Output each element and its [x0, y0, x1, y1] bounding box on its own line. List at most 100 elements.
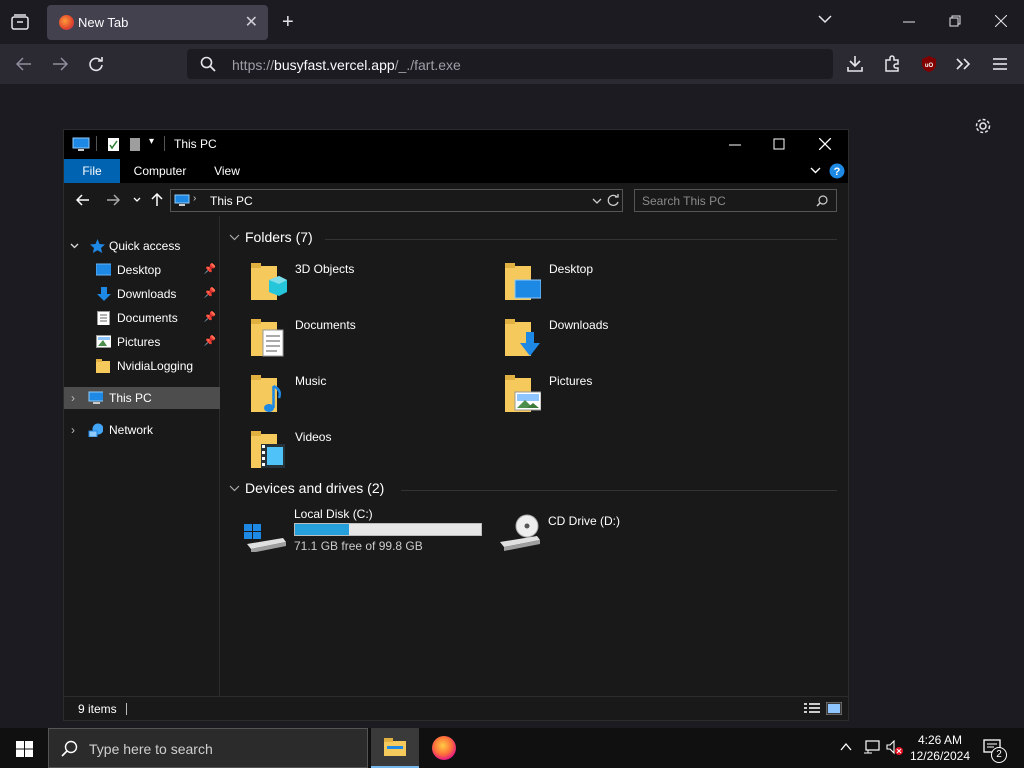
- taskbar-search-placeholder: Type here to search: [89, 741, 213, 757]
- expand-chevron-down-icon[interactable]: [70, 243, 79, 249]
- tab-overview-icon[interactable]: [11, 14, 29, 30]
- ublock-origin-icon[interactable]: uO: [920, 55, 938, 73]
- title-separator: [96, 136, 97, 151]
- nav-label: NvidiaLogging: [117, 359, 194, 373]
- folder-music[interactable]: Music: [249, 372, 489, 424]
- browser-tab[interactable]: New Tab ✕: [47, 5, 268, 40]
- folder-3d-objects[interactable]: 3D Objects: [249, 260, 489, 312]
- nav-item-pictures[interactable]: Pictures 📌: [64, 331, 220, 353]
- desktop-icon: [96, 263, 111, 276]
- more-tools-chevrons-icon[interactable]: [956, 58, 971, 70]
- svg-text:?: ?: [834, 166, 841, 178]
- ribbon-tab-file[interactable]: File: [64, 159, 120, 183]
- customize-toolbar-icon[interactable]: ▾: [149, 136, 154, 147]
- extensions-puzzle-icon[interactable]: [884, 55, 901, 72]
- document-icon: [97, 311, 110, 325]
- up-arrow-icon[interactable]: [151, 193, 163, 207]
- nav-item-nvidialogging[interactable]: NvidiaLogging: [64, 355, 220, 377]
- pin-icon: 📌: [203, 336, 216, 347]
- videos-folder-icon: [251, 431, 285, 468]
- nav-label: Network: [109, 423, 154, 437]
- taskbar-search-icon: [61, 740, 78, 757]
- this-pc-nav-icon: [88, 391, 103, 404]
- folder-videos[interactable]: Videos: [249, 428, 489, 480]
- group-collapse-chevron-icon[interactable]: [229, 234, 240, 241]
- downloads-folder-icon: [505, 319, 540, 356]
- group-divider: [401, 490, 837, 491]
- status-separator: [126, 703, 127, 715]
- content-pane: Folders (7) 3D Objects Desktop Documents…: [221, 216, 848, 696]
- show-hidden-icons-chevron-icon[interactable]: [840, 743, 852, 751]
- folder-downloads[interactable]: Downloads: [503, 316, 743, 368]
- nav-label: Downloads: [117, 287, 177, 301]
- network-icon: [88, 423, 103, 437]
- nav-item-downloads[interactable]: Downloads 📌: [64, 283, 220, 305]
- navigation-pane: Quick access Desktop 📌 Downloads 📌 Docum…: [64, 216, 220, 696]
- address-dropdown-icon[interactable]: [592, 198, 602, 204]
- new-tab-icon[interactable]: +: [282, 12, 294, 32]
- pin-icon: 📌: [203, 288, 216, 299]
- ribbon-tab-computer[interactable]: Computer: [126, 159, 194, 183]
- folder-pictures[interactable]: Pictures: [503, 372, 743, 424]
- window-close-icon[interactable]: [995, 15, 1007, 27]
- folder-documents[interactable]: Documents: [249, 316, 489, 368]
- star-icon: [90, 239, 105, 253]
- nav-item-documents[interactable]: Documents 📌: [64, 307, 220, 329]
- 3d-objects-folder-icon: [251, 263, 287, 300]
- nav-this-pc[interactable]: › This PC: [64, 387, 220, 409]
- drive-name: CD Drive (D:): [548, 514, 620, 528]
- cd-drive-icon: [500, 514, 540, 551]
- explorer-back-icon[interactable]: [76, 194, 90, 206]
- explorer-close-icon[interactable]: [819, 138, 831, 150]
- gear-icon[interactable]: [974, 117, 992, 135]
- explorer-search-input[interactable]: Search This PC: [634, 189, 837, 212]
- restore-icon[interactable]: [949, 15, 961, 27]
- nav-quick-access[interactable]: Quick access: [64, 235, 220, 257]
- new-folder-icon[interactable]: [129, 137, 141, 152]
- address-pc-icon: [174, 194, 190, 206]
- nav-item-desktop[interactable]: Desktop 📌: [64, 259, 220, 281]
- picture-icon: [96, 335, 111, 348]
- refresh-icon[interactable]: [607, 194, 620, 207]
- clock[interactable]: 4:26 AM 12/26/2024: [910, 732, 970, 764]
- drive-local-disk-c[interactable]: Local Disk (C:) 71.1 GB free of 99.8 GB: [243, 507, 493, 560]
- back-icon[interactable]: [16, 57, 32, 71]
- volume-muted-icon[interactable]: [886, 740, 904, 756]
- tab-close-icon[interactable]: ✕: [245, 12, 258, 32]
- explorer-maximize-icon[interactable]: [773, 138, 785, 150]
- expand-chevron-right-icon[interactable]: ›: [71, 387, 75, 409]
- menu-hamburger-icon[interactable]: [993, 58, 1007, 70]
- properties-icon[interactable]: [107, 137, 120, 152]
- folder-icon: [96, 359, 110, 373]
- details-view-icon[interactable]: [804, 702, 820, 715]
- minimize-icon[interactable]: [903, 21, 915, 23]
- windows-start-icon[interactable]: [16, 741, 33, 757]
- drive-cd-d[interactable]: CD Drive (D:): [497, 508, 747, 560]
- nav-label: Quick access: [109, 239, 181, 253]
- taskbar-file-explorer[interactable]: [371, 728, 419, 768]
- url-text[interactable]: https://busyfast.vercel.app/_./fart.exe: [232, 57, 461, 73]
- ribbon-tab-view[interactable]: View: [204, 159, 250, 183]
- reload-icon[interactable]: [88, 56, 104, 72]
- folder-desktop[interactable]: Desktop: [503, 260, 743, 312]
- expand-chevron-right-icon[interactable]: ›: [71, 419, 75, 441]
- downloads-icon[interactable]: [847, 55, 863, 72]
- explorer-forward-icon[interactable]: [106, 194, 120, 206]
- recent-locations-chevron-icon[interactable]: [133, 197, 141, 202]
- expand-ribbon-chevron-icon[interactable]: [810, 167, 821, 174]
- nav-network[interactable]: › Network: [64, 419, 220, 441]
- network-status-icon[interactable]: [863, 740, 880, 755]
- list-tabs-chevron-icon[interactable]: [818, 15, 832, 24]
- taskbar-search-box[interactable]: Type here to search: [48, 728, 368, 768]
- forward-icon[interactable]: [52, 57, 68, 71]
- group-collapse-chevron-icon[interactable]: [229, 485, 240, 492]
- taskbar-firefox[interactable]: [420, 728, 468, 768]
- firefox-icon: [432, 736, 456, 760]
- address-input[interactable]: › This PC: [170, 189, 623, 212]
- url-bar[interactable]: https://busyfast.vercel.app/_./fart.exe: [187, 49, 833, 79]
- local-disk-icon: [244, 524, 286, 552]
- explorer-minimize-icon[interactable]: [729, 144, 741, 146]
- large-icons-view-icon[interactable]: [826, 702, 842, 715]
- help-icon[interactable]: ?: [829, 163, 845, 179]
- item-count: 9 items: [78, 702, 117, 716]
